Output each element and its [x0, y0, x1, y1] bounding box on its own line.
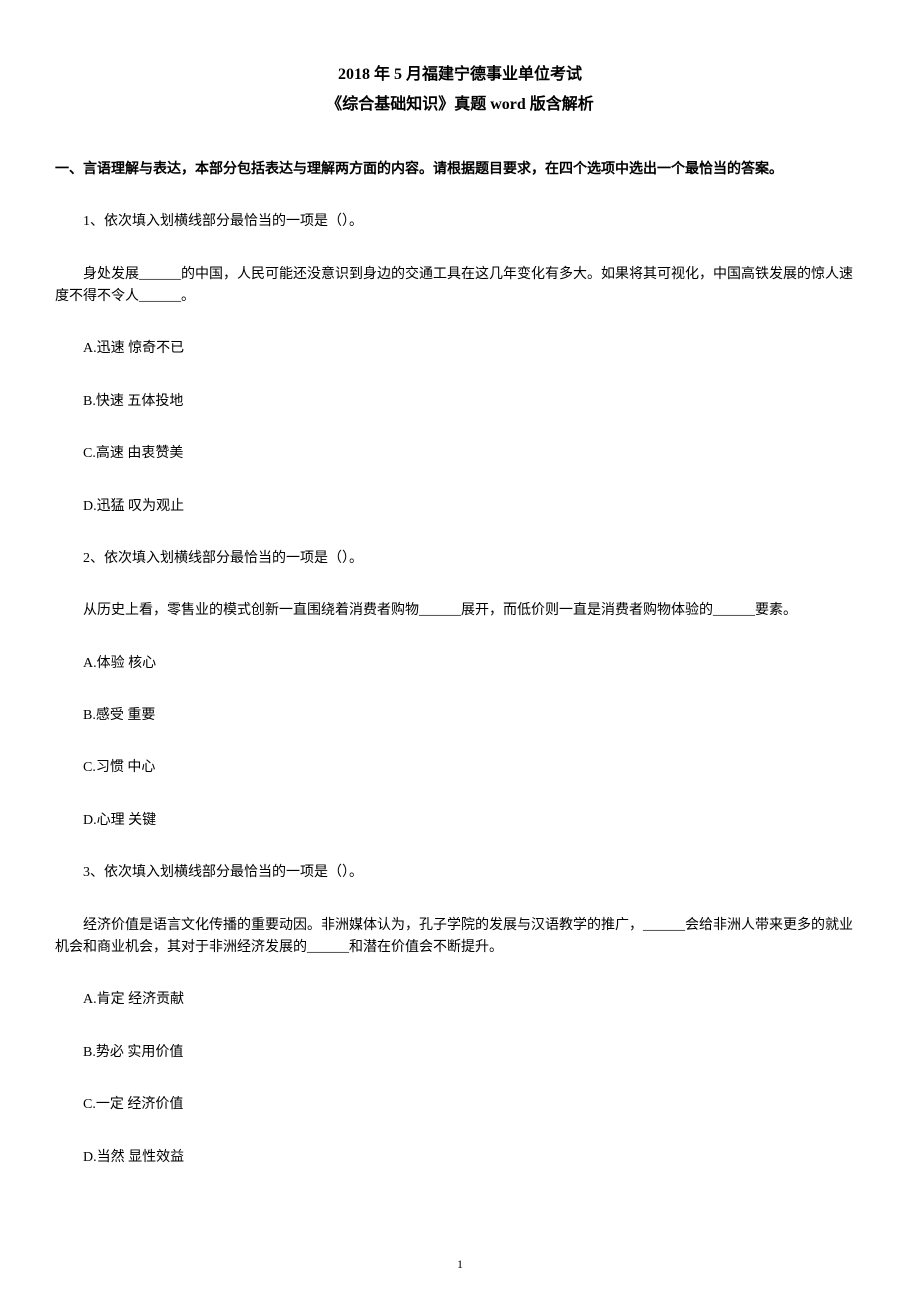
title-line-2: 《综合基础知识》真题 word 版含解析 — [55, 90, 865, 120]
q3-passage: 经济价值是语言文化传播的重要动因。非洲媒体认为，孔子学院的发展与汉语教学的推广，… — [55, 915, 865, 960]
page-number: 1 — [0, 1255, 920, 1274]
q3-option-d: D.当然 显性效益 — [55, 1147, 865, 1169]
title-line-1: 2018 年 5 月福建宁德事业单位考试 — [55, 60, 865, 90]
q2-option-a: A.体验 核心 — [55, 653, 865, 675]
q1-option-d: D.迅猛 叹为观止 — [55, 496, 865, 518]
q1-stem: 1、依次填入划横线部分最恰当的一项是（）。 — [55, 211, 865, 233]
q1-option-c: C.高速 由衷赞美 — [55, 443, 865, 465]
q3-option-b: B.势必 实用价值 — [55, 1042, 865, 1064]
section-heading: 一、言语理解与表达，本部分包括表达与理解两方面的内容。请根据题目要求，在四个选项… — [55, 159, 865, 181]
document-title-block: 2018 年 5 月福建宁德事业单位考试 《综合基础知识》真题 word 版含解… — [55, 60, 865, 121]
q2-passage: 从历史上看，零售业的模式创新一直围绕着消费者购物______展开，而低价则一直是… — [55, 600, 865, 622]
q1-option-a: A.迅速 惊奇不已 — [55, 338, 865, 360]
q3-option-a: A.肯定 经济贡献 — [55, 989, 865, 1011]
q2-stem: 2、依次填入划横线部分最恰当的一项是（）。 — [55, 548, 865, 570]
q2-option-b: B.感受 重要 — [55, 705, 865, 727]
q2-option-d: D.心理 关键 — [55, 810, 865, 832]
q1-passage: 身处发展______的中国，人民可能还没意识到身边的交通工具在这几年变化有多大。… — [55, 264, 865, 309]
q2-option-c: C.习惯 中心 — [55, 757, 865, 779]
q3-option-c: C.一定 经济价值 — [55, 1094, 865, 1116]
q1-option-b: B.快速 五体投地 — [55, 391, 865, 413]
q3-stem: 3、依次填入划横线部分最恰当的一项是（）。 — [55, 862, 865, 884]
